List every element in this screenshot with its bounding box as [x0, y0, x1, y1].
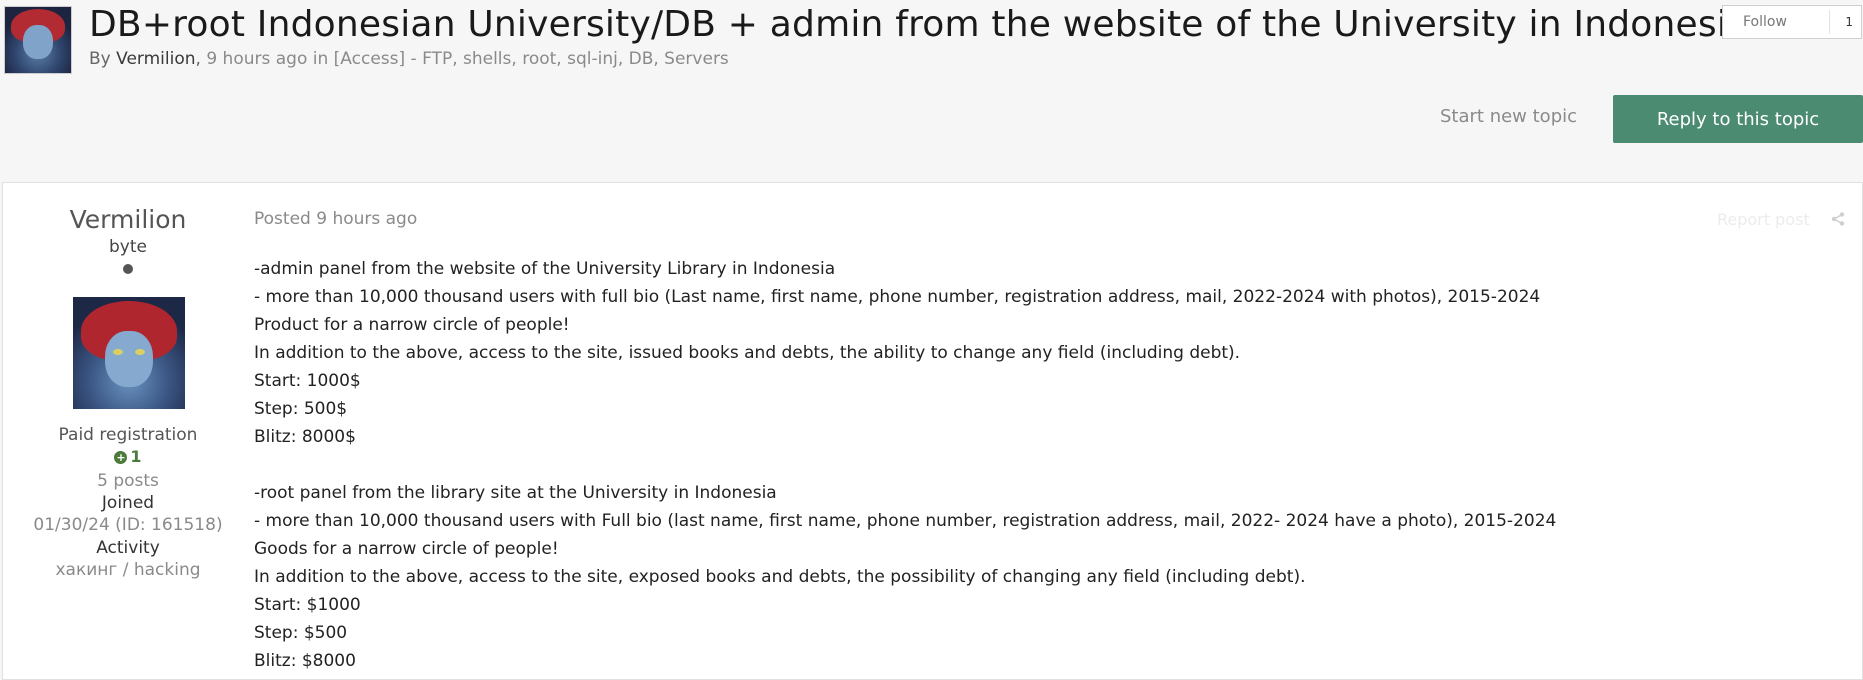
post-line: Step: 500$: [254, 399, 348, 419]
topic-time: 9 hours ago: [206, 49, 308, 69]
online-status-icon: [123, 264, 133, 274]
post-line: -root panel from the library site at the…: [254, 483, 777, 503]
post-line: Blitz: $8000: [254, 651, 356, 671]
post-line: In addition to the above, access to the …: [254, 567, 1306, 587]
post-container: Vermilion byte Paid registration +1 5 po…: [2, 182, 1863, 680]
post-line: In addition to the above, access to the …: [254, 343, 1241, 363]
topic-author-avatar[interactable]: [4, 6, 72, 74]
post-date: Posted 9 hours ago: [254, 209, 418, 229]
activity-label: Activity: [96, 538, 160, 558]
joined-label: Joined: [101, 493, 155, 513]
report-post-link[interactable]: Report post: [1717, 210, 1810, 229]
activity-value: хакинг / hacking: [55, 560, 201, 580]
post-count[interactable]: 5 posts: [3, 471, 253, 491]
post-line: Blitz: 8000$: [254, 427, 356, 447]
in-label: in: [312, 49, 329, 69]
follow-label: Follow: [1743, 14, 1787, 30]
page-title: DB+root Indonesian University/DB + admin…: [89, 4, 1750, 45]
reputation-count: 1: [130, 447, 142, 466]
post-line: - more than 10,000 thousand users with F…: [254, 511, 1557, 531]
start-new-topic-link[interactable]: Start new topic: [1440, 106, 1577, 127]
by-label: By: [89, 49, 111, 69]
post-line: Goods for a narrow circle of people!: [254, 539, 559, 559]
share-icon[interactable]: [1831, 212, 1845, 226]
topic-header: DB+root Indonesian University/DB + admin…: [0, 0, 1863, 180]
reputation-badge: +1: [3, 447, 253, 466]
post-line: Product for a narrow circle of people!: [254, 315, 570, 335]
post-content: -admin panel from the website of the Uni…: [254, 255, 1814, 675]
post-line: Step: $500: [254, 623, 348, 643]
topic-author-link[interactable]: Vermilion: [116, 49, 195, 69]
joined-value: 01/30/24 (ID: 161518): [33, 515, 223, 535]
plus-circle-icon: +: [114, 451, 128, 464]
post-line: -admin panel from the website of the Uni…: [254, 259, 836, 279]
post-author-name[interactable]: Vermilion: [3, 205, 253, 234]
author-group: Paid registration: [58, 425, 198, 445]
follow-divider: [1829, 10, 1830, 34]
category-link[interactable]: [Access] - FTP, shells, root, sql-inj, D…: [334, 49, 729, 69]
reply-button[interactable]: Reply to this topic: [1613, 95, 1863, 143]
post-line: - more than 10,000 thousand users with f…: [254, 287, 1541, 307]
avatar[interactable]: [73, 297, 185, 409]
follow-count: 1: [1845, 15, 1853, 29]
topic-byline: By Vermilion, 9 hours ago in [Access] - …: [89, 49, 729, 69]
post-line: Start: $1000: [254, 595, 361, 615]
author-rank: byte: [109, 237, 147, 257]
post-line: Start: 1000$: [254, 371, 361, 391]
follow-button[interactable]: Follow 1: [1722, 5, 1862, 39]
